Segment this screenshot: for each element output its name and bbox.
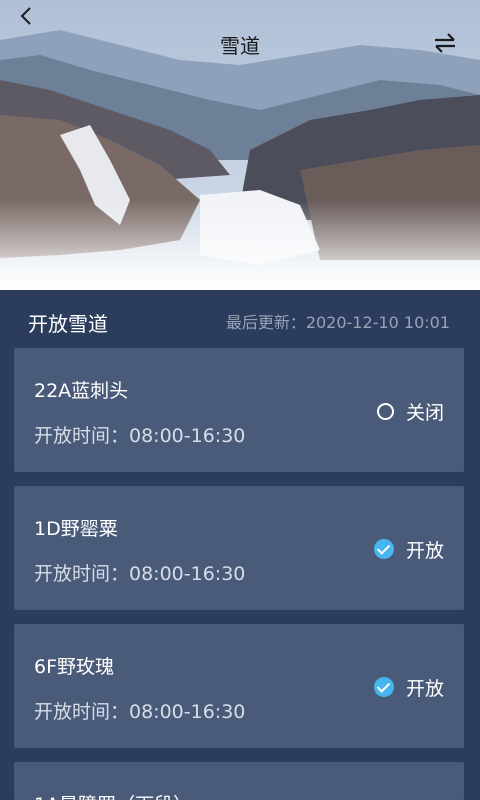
trail-name: 6F野玫瑰 [34, 656, 115, 678]
check-circle-icon [373, 539, 394, 559]
trail-status-label: 开放 [405, 677, 444, 700]
top-bar: 雪道 [0, 0, 480, 86]
trail-status-label: 开放 [405, 539, 444, 562]
trail-status: 关闭 [376, 398, 444, 424]
chevron-left-icon [20, 7, 31, 25]
swap-button[interactable] [432, 30, 458, 56]
trail-card[interactable]: 1D野罂粟 开放时间：08:00-16:30 开放 [14, 486, 464, 610]
trail-status: 开放 [373, 536, 444, 562]
last-updated: 最后更新：2020-12-10 10:01 [225, 313, 450, 332]
check-circle-icon [373, 677, 394, 697]
trail-hours: 开放时间：08:00-16:30 [34, 563, 246, 585]
trail-name: 1A暑障罘（下段） [34, 790, 192, 800]
trail-hours: 开放时间：08:00-16:30 [34, 701, 246, 723]
trail-name: 22A蓝刺头 [34, 380, 129, 402]
page-title: 雪道 [220, 34, 260, 58]
trail-hours: 开放时间：08:00-16:30 [34, 425, 246, 447]
trail-card[interactable]: 1A暑障罘（下段） [14, 762, 464, 800]
swap-arrows-icon [435, 33, 455, 53]
section-header: 开放雪道 最后更新：2020-12-10 10:01 [0, 292, 480, 346]
trail-card[interactable]: 22A蓝刺头 开放时间：08:00-16:30 关闭 [14, 348, 464, 472]
trail-name: 1D野罂粟 [34, 518, 118, 540]
trail-status-label: 关闭 [405, 401, 444, 424]
circle-empty-icon [376, 402, 394, 420]
section-title: 开放雪道 [28, 312, 108, 336]
trail-card[interactable]: 6F野玫瑰 开放时间：08:00-16:30 开放 [14, 624, 464, 748]
trail-status: 开放 [373, 674, 444, 700]
